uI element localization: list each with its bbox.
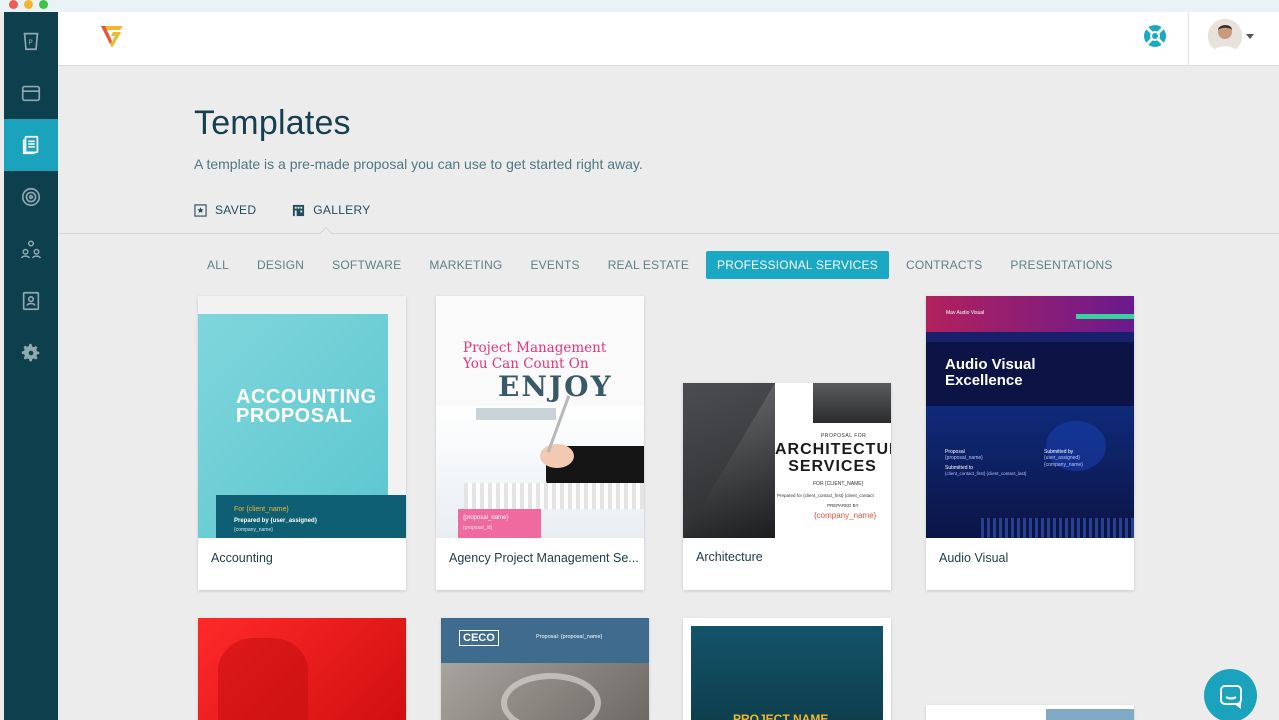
category-marketing[interactable]: MARKETING xyxy=(418,251,513,279)
thumb-title: PROJECT NAME xyxy=(733,712,829,720)
tab-saved-label: SAVED xyxy=(215,203,257,217)
templates-document-icon xyxy=(22,135,39,155)
avatar[interactable] xyxy=(1208,19,1242,53)
active-tab-indicator xyxy=(318,226,334,242)
template-thumbnail: PROJECT NAME xyxy=(683,618,891,720)
thumb-line1: For {client_name} xyxy=(234,506,289,513)
template-card-audio-visual[interactable]: Mav Audio Visual Audio Visual Excellence… xyxy=(926,296,1134,590)
thumb-title: Project Management You Can Count On xyxy=(463,340,607,372)
window-maximize-button[interactable] xyxy=(39,0,48,9)
sidebar-item-coffee[interactable]: P xyxy=(4,15,58,67)
target-icon xyxy=(21,187,41,207)
template-thumbnail: ENJOY IT Project Management You Can Coun… xyxy=(436,296,644,538)
tab-gallery[interactable]: GALLERY xyxy=(292,203,370,217)
tab-gallery-label: GALLERY xyxy=(313,203,371,217)
topbar-divider xyxy=(1188,12,1189,66)
sidebar-item-templates[interactable] xyxy=(4,119,58,171)
thumb-client-line: {client_contact_first} {client_contact_l… xyxy=(945,471,1027,476)
category-professional-services[interactable]: PROFESSIONAL SERVICES xyxy=(706,251,889,279)
top-bar xyxy=(58,12,1279,66)
thumb-line3: {company_name} xyxy=(234,527,273,533)
svg-text:P: P xyxy=(28,38,33,47)
thumb-brand: Mav Audio Visual xyxy=(946,310,985,316)
sidebar-item-contacts[interactable] xyxy=(4,275,58,327)
page-title: Templates xyxy=(194,104,351,142)
template-thumbnail: CECO Proposal: {proposal_name} xyxy=(441,618,649,720)
thumb-line2: Prepared by {user_assigned} xyxy=(234,518,318,524)
sidebar-item-team[interactable] xyxy=(4,223,58,275)
coffee-cup-icon: P xyxy=(23,32,39,51)
template-card-architecture[interactable]: PROPOSAL FOR ARCHITECTUR SERVICES FOR {C… xyxy=(683,383,891,590)
category-design[interactable]: DESIGN xyxy=(246,251,315,279)
template-name: Audio Visual xyxy=(939,551,1009,565)
star-box-icon xyxy=(194,203,207,217)
window-titlebar xyxy=(0,0,1279,12)
template-name: Accounting xyxy=(211,551,273,565)
gallery-building-icon xyxy=(293,204,305,216)
tab-saved[interactable]: SAVED xyxy=(194,203,256,217)
template-card-project-name[interactable]: PROJECT NAME xyxy=(683,618,891,720)
template-card-ceco[interactable]: CECO Proposal: {proposal_name} xyxy=(441,618,649,720)
thumb-tag2: {proposal_id} xyxy=(463,525,493,531)
category-filter: ALL DESIGN SOFTWARE MARKETING EVENTS REA… xyxy=(196,251,1130,279)
thumb-company: {company_name} xyxy=(814,511,877,520)
thumb-for: FOR {CLIENT_NAME} xyxy=(813,481,864,487)
template-name: Architecture xyxy=(696,550,763,564)
template-thumbnail: PROPOSAL FOR ARCHITECTUR SERVICES FOR {C… xyxy=(683,383,891,538)
template-thumbnail: Mav Audio Visual Audio Visual Excellence… xyxy=(926,296,1134,538)
template-card-8[interactable] xyxy=(926,705,1134,720)
template-thumbnail xyxy=(198,618,406,720)
thumb-company-line: {company_name} xyxy=(1044,462,1083,468)
lifebuoy-icon[interactable] xyxy=(1142,23,1168,49)
gear-icon xyxy=(21,343,40,362)
sidebar-item-settings[interactable] xyxy=(4,327,58,379)
archive-box-icon xyxy=(21,85,41,102)
thumb-title: ARCHITECTUR SERVICES xyxy=(775,441,891,475)
category-all[interactable]: ALL xyxy=(196,251,240,279)
thumb-title: Audio Visual Excellence xyxy=(945,356,1036,389)
thumb-proposal: Proposal: {proposal_name} xyxy=(536,634,603,640)
template-thumbnail xyxy=(926,705,1134,720)
thumb-logo-text: CECO xyxy=(459,630,499,646)
thumb-title: ACCOUNTING PROPOSAL xyxy=(236,386,377,427)
category-software[interactable]: SOFTWARE xyxy=(321,251,412,279)
thumb-user-line: {user_assigned} xyxy=(1044,455,1080,461)
chat-button[interactable] xyxy=(1204,669,1257,720)
user-avatar-icon xyxy=(1208,19,1242,53)
chat-bubble-icon xyxy=(1219,684,1242,709)
window-minimize-button[interactable] xyxy=(24,0,33,9)
thumb-kicker: PROPOSAL FOR xyxy=(821,433,867,439)
view-tabs: SAVED GALLERY xyxy=(194,203,371,217)
thumb-tag1: {proposal_name} xyxy=(463,515,509,521)
window-close-button[interactable] xyxy=(9,0,18,9)
sidebar-item-target[interactable] xyxy=(4,171,58,223)
brand-logo-icon[interactable] xyxy=(98,21,126,49)
contacts-book-icon xyxy=(22,291,40,311)
template-card-agency-project-management[interactable]: ENJOY IT Project Management You Can Coun… xyxy=(436,296,644,590)
chevron-down-icon[interactable] xyxy=(1246,34,1254,39)
category-presentations[interactable]: PRESENTATIONS xyxy=(999,251,1123,279)
team-icon xyxy=(21,240,41,259)
thumb-prepared: Prepared for {client_contact_first} {cli… xyxy=(777,493,874,498)
category-real-estate[interactable]: REAL ESTATE xyxy=(597,251,700,279)
thumb-prepared-by: PREPARED BY xyxy=(827,503,859,508)
template-card-accounting[interactable]: ACCOUNTING PROPOSAL For {client_name} Pr… xyxy=(198,296,406,590)
template-card-5[interactable] xyxy=(198,618,406,720)
thumb-proposal-name: {proposal_name} xyxy=(945,455,983,461)
sidebar-item-archive[interactable] xyxy=(4,67,58,119)
page-subtitle: A template is a pre-made proposal you ca… xyxy=(194,156,643,172)
sidebar: P xyxy=(4,12,58,720)
tabs-divider xyxy=(58,233,1279,234)
category-contracts[interactable]: CONTRACTS xyxy=(895,251,993,279)
category-events[interactable]: EVENTS xyxy=(519,251,590,279)
template-name: Agency Project Management Se... xyxy=(449,551,639,565)
template-thumbnail: ACCOUNTING PROPOSAL For {client_name} Pr… xyxy=(198,296,406,538)
